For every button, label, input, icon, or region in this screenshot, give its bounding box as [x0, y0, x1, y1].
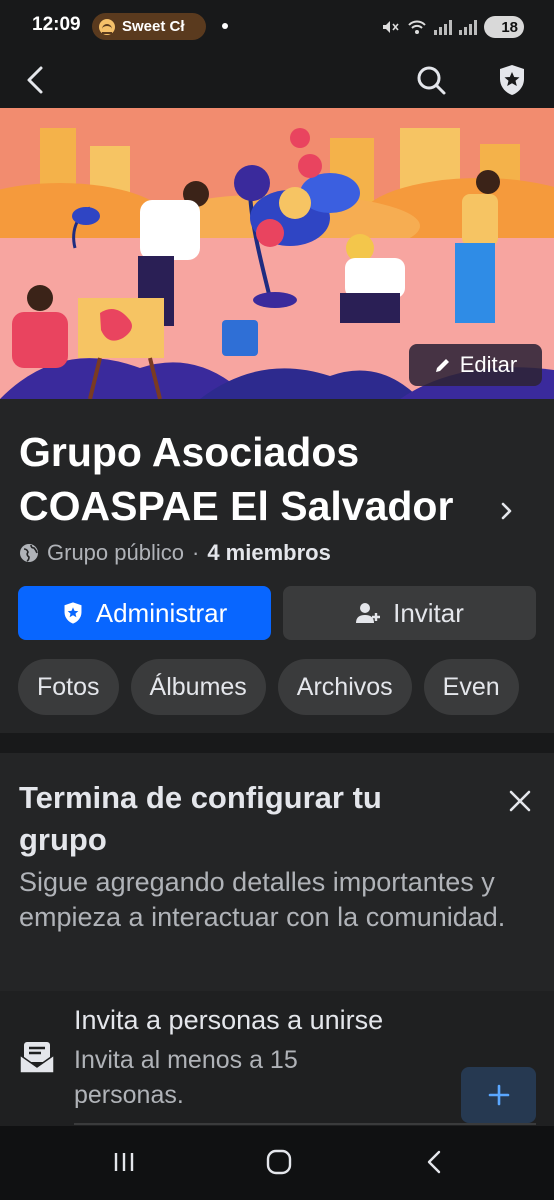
media-pill[interactable]: Sweet Cł [92, 13, 206, 40]
tab-albums[interactable]: Álbumes [130, 659, 266, 715]
group-info: Grupo Asociados COASPAE El Salvador Grup… [0, 399, 554, 733]
group-privacy[interactable]: Grupo público [47, 540, 184, 566]
globe-icon [20, 544, 38, 562]
add-person-icon [356, 603, 381, 623]
signal-icon [434, 19, 452, 35]
invite-button[interactable]: Invitar [283, 586, 536, 640]
status-icons: 18 [380, 14, 524, 40]
group-tabs: Fotos Álbumes Archivos Even [18, 659, 519, 715]
search-icon [417, 66, 446, 95]
search-button[interactable] [409, 58, 453, 102]
close-icon [509, 790, 531, 812]
admin-tools-button[interactable] [490, 58, 534, 102]
invite-button-label: Invitar [393, 597, 464, 628]
divider [74, 1123, 536, 1125]
back-arrow-icon [27, 66, 43, 94]
back-arrow-icon [427, 1150, 441, 1174]
setup-title: Termina de configurar tu grupo [19, 780, 382, 857]
chevron-right-icon[interactable] [500, 501, 514, 521]
status-time: 12:09 [32, 14, 81, 35]
home-icon [266, 1149, 292, 1175]
system-nav-bar [0, 1126, 554, 1200]
top-nav [0, 52, 554, 108]
setup-subtitle: Sigue agregando detalles importantes y e… [19, 867, 506, 932]
mute-icon [383, 21, 399, 33]
edit-cover-label: Editar [459, 352, 518, 377]
battery-icon: 18 [484, 16, 524, 38]
invite-task-title: Invita a personas a unirse [74, 1005, 384, 1035]
group-meta: Grupo público · 4 miembros [19, 540, 331, 566]
shield-star-icon [64, 602, 82, 624]
spotify-icon [99, 18, 115, 35]
invite-task-subtitle: Invita al menos a 15 personas. [74, 1046, 298, 1109]
meta-separator: · [191, 540, 200, 565]
group-members[interactable]: 4 miembros [207, 540, 331, 566]
signal-icon-2 [459, 19, 477, 35]
plus-icon [488, 1084, 509, 1106]
status-bar: 12:09 Sweet Cł 18 [0, 0, 554, 52]
tab-events[interactable]: Even [423, 659, 519, 715]
add-invite-button[interactable] [461, 1067, 536, 1123]
pencil-icon [435, 359, 449, 372]
system-back-button[interactable] [404, 1140, 464, 1184]
recent-apps-icon [114, 1153, 134, 1171]
invite-task-row[interactable]: Invita a personas a unirse Invita al men… [0, 991, 554, 1126]
manage-button[interactable]: Administrar [18, 586, 271, 640]
shield-star-icon [500, 65, 524, 95]
group-title[interactable]: Grupo Asociados COASPAE El Salvador [19, 425, 499, 533]
recent-apps-button[interactable] [94, 1140, 154, 1184]
media-text: Sweet Cł [122, 18, 185, 35]
setup-card: Termina de configurar tu grupo Sigue agr… [0, 753, 554, 1126]
home-button[interactable] [249, 1140, 309, 1184]
envelope-icon [19, 1042, 55, 1074]
close-setup-button[interactable] [498, 779, 542, 823]
notification-dot [222, 23, 228, 29]
edit-cover-button[interactable]: Editar [409, 344, 542, 386]
manage-button-label: Administrar [95, 597, 228, 628]
tab-files[interactable]: Archivos [277, 659, 412, 715]
tab-photos[interactable]: Fotos [18, 659, 119, 715]
back-button[interactable] [14, 58, 58, 102]
wifi-icon [408, 20, 426, 34]
